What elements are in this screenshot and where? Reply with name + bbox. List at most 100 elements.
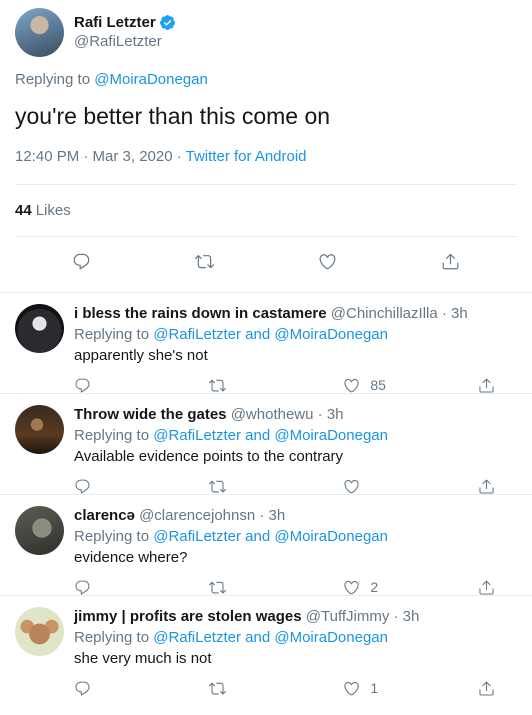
like-icon	[344, 479, 359, 493]
retweet-icon	[208, 379, 226, 391]
share-button[interactable]	[478, 576, 498, 598]
reply-tweet[interactable]: Throw wide the gates @whothewu · 3h Repl…	[0, 393, 532, 494]
reply-icon	[75, 378, 90, 393]
share-icon	[442, 253, 459, 269]
verified-badge-icon	[159, 15, 175, 30]
like-icon	[319, 253, 336, 269]
author-handle[interactable]: @RafiLetzter	[74, 32, 176, 51]
reply-handle[interactable]: @whothewu	[231, 406, 314, 423]
reply-replying-to: Replying to @RafiLetzter and @MoiraDoneg…	[74, 324, 517, 345]
reply-time[interactable]: · 3h	[389, 608, 420, 625]
retweet-button[interactable]	[208, 475, 309, 497]
mention-and[interactable]: and	[245, 629, 270, 646]
reply-handle[interactable]: @clarencejohnsn	[139, 507, 255, 524]
reply-time[interactable]: · 3h	[255, 507, 285, 524]
retweet-icon	[208, 480, 226, 492]
main-tweet-actions	[0, 237, 532, 285]
reply-avatar[interactable]	[15, 405, 64, 454]
author-display-name-text: Rafi Letzter	[74, 14, 156, 31]
reply-handle[interactable]: @ChinchillazIlla	[331, 305, 438, 322]
reply-time[interactable]: · 3h	[438, 305, 468, 322]
reply-button[interactable]	[74, 576, 174, 598]
reply-display-name[interactable]: clarencə	[74, 507, 135, 524]
mention-link[interactable]: @MoiraDonegan	[274, 528, 388, 545]
mention-link[interactable]: @RafiLetzter	[153, 528, 241, 545]
share-icon	[479, 378, 494, 393]
share-button[interactable]	[478, 374, 498, 396]
main-tweet: Rafi Letzter @RafiLetzter Replying to @M…	[0, 0, 532, 184]
replying-to-link[interactable]: @MoiraDonegan	[94, 71, 208, 88]
reply-button[interactable]	[74, 475, 174, 497]
reply-button[interactable]	[74, 374, 174, 396]
reply-body: Throw wide the gates @whothewu · 3h Repl…	[74, 404, 517, 494]
tweet-timestamp[interactable]: 12:40 PM · Mar 3, 2020 ·	[15, 148, 186, 165]
share-button[interactable]	[478, 677, 498, 699]
like-button[interactable]: 1	[343, 677, 443, 699]
share-button[interactable]	[478, 475, 498, 497]
retweet-button[interactable]	[195, 252, 214, 271]
like-button[interactable]: 2	[343, 576, 443, 598]
reply-body: clarencə @clarencejohnsn · 3h Replying t…	[74, 505, 517, 595]
retweet-button[interactable]	[208, 374, 309, 396]
reply-icon	[75, 681, 90, 696]
mention-link[interactable]: @MoiraDonegan	[274, 326, 388, 343]
reply-button[interactable]	[72, 252, 91, 271]
like-button[interactable]	[318, 252, 337, 271]
tweet-source-link[interactable]: Twitter for Android	[186, 148, 307, 165]
reply-display-name[interactable]: i bless the rains down in castamere	[74, 305, 327, 322]
like-icon	[344, 580, 359, 594]
mention-and[interactable]: and	[245, 326, 270, 343]
reply-actions: 85	[74, 374, 498, 396]
reply-text: she very much is not	[74, 650, 212, 667]
reply-text: evidence where?	[74, 549, 188, 566]
replying-prefix: Replying to	[74, 629, 150, 646]
reply-icon	[75, 580, 90, 595]
reply-avatar[interactable]	[15, 304, 64, 353]
replying-prefix: Replying to	[15, 71, 91, 88]
like-count: 1	[370, 679, 379, 696]
share-button[interactable]	[441, 252, 460, 271]
retweet-button[interactable]	[208, 677, 309, 699]
mention-link[interactable]: @RafiLetzter	[153, 629, 241, 646]
reply-tweet[interactable]: i bless the rains down in castamere @Chi…	[0, 292, 532, 393]
reply-handle[interactable]: @TuffJimmy	[306, 608, 390, 625]
mention-and[interactable]: and	[245, 427, 270, 444]
author-avatar[interactable]	[15, 7, 64, 57]
reply-tweet[interactable]: clarencə @clarencejohnsn · 3h Replying t…	[0, 494, 532, 595]
likes-row[interactable]: 44 Likes	[0, 185, 532, 236]
author-display-name[interactable]: Rafi Letzter	[74, 13, 176, 32]
reply-icon	[75, 479, 90, 494]
reply-display-name[interactable]: Throw wide the gates	[74, 406, 227, 423]
reply-time[interactable]: · 3h	[313, 406, 344, 423]
mention-link[interactable]: @RafiLetzter	[153, 326, 241, 343]
mention-link[interactable]: @RafiLetzter	[153, 427, 241, 444]
reply-tweet[interactable]: jimmy | profits are stolen wages @TuffJi…	[0, 595, 532, 696]
reply-body: jimmy | profits are stolen wages @TuffJi…	[74, 606, 517, 696]
reply-replying-to: Replying to @RafiLetzter and @MoiraDoneg…	[74, 627, 517, 648]
reply-avatar[interactable]	[15, 506, 64, 555]
mention-link[interactable]: @MoiraDonegan	[274, 629, 388, 646]
reply-actions	[74, 475, 498, 497]
like-button[interactable]: 85	[343, 374, 443, 396]
share-icon	[479, 479, 494, 494]
reply-header: Throw wide the gates @whothewu · 3h	[74, 404, 517, 425]
reply-header: jimmy | profits are stolen wages @TuffJi…	[74, 606, 517, 627]
reply-display-name[interactable]: jimmy | profits are stolen wages	[74, 608, 302, 625]
reply-avatar[interactable]	[15, 607, 64, 656]
mention-link[interactable]: @MoiraDonegan	[274, 427, 388, 444]
main-tweet-header: Rafi Letzter @RafiLetzter	[15, 0, 517, 58]
like-button[interactable]	[343, 475, 443, 497]
replying-prefix: Replying to	[74, 326, 150, 343]
reply-button[interactable]	[74, 677, 174, 699]
author-names: Rafi Letzter @RafiLetzter	[74, 13, 176, 51]
reply-body: i bless the rains down in castamere @Chi…	[74, 303, 517, 393]
like-count: 85	[370, 376, 386, 393]
reply-header: i bless the rains down in castamere @Chi…	[74, 303, 517, 324]
like-count: 2	[370, 578, 379, 595]
replying-prefix: Replying to	[74, 427, 150, 444]
retweet-button[interactable]	[208, 576, 309, 598]
mention-and[interactable]: and	[245, 528, 270, 545]
main-tweet-text: you're better than this come on	[15, 103, 331, 129]
replying-prefix: Replying to	[74, 528, 150, 545]
likes-count: 44	[15, 202, 32, 219]
